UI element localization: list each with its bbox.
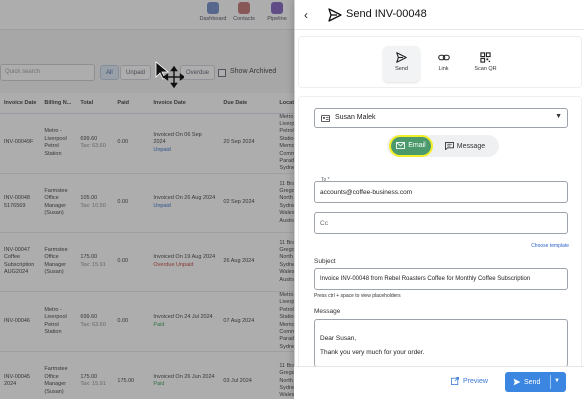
- message-line: Dear Susan,: [320, 335, 357, 342]
- message-body-field[interactable]: Dear Susan, Thank you very much for your…: [314, 319, 568, 367]
- to-email-field[interactable]: accounts@coffee-business.com: [314, 181, 568, 203]
- send-options-caret-icon[interactable]: ▼: [554, 378, 560, 384]
- cc-field[interactable]: Cc: [314, 212, 568, 234]
- message-label: Message: [314, 308, 341, 315]
- placeholder-hint: Press ctrl + space to view placeholders: [314, 293, 401, 299]
- scan-qr-method-button[interactable]: Scan QR: [467, 46, 504, 82]
- send-button-main[interactable]: Send: [513, 378, 540, 386]
- send-method-label: Send: [395, 66, 408, 72]
- contact-select[interactable]: Susan Malek ▼: [314, 108, 568, 128]
- email-toggle-label: Email: [408, 142, 426, 149]
- email-toggle-button[interactable]: Email: [391, 137, 431, 155]
- chat-icon: [444, 142, 454, 151]
- button-divider: [550, 375, 551, 389]
- send-icon: [513, 378, 521, 386]
- preview-label: Preview: [463, 378, 488, 385]
- send-icon: [328, 8, 342, 22]
- panel-header: ‹ Send INV-00048: [295, 0, 584, 30]
- contact-name: Susan Malek: [335, 114, 376, 121]
- subject-field[interactable]: Invoice INV-00048 from Rebel Roasters Co…: [314, 268, 568, 290]
- panel-footer: Preview Send ▼: [294, 366, 584, 399]
- link-icon: [437, 54, 450, 61]
- link-method-label: Link: [438, 66, 449, 72]
- qr-code-icon: [480, 52, 491, 63]
- subject-label: Subject: [314, 258, 336, 265]
- send-form: Susan Malek ▼ Email Message To * account…: [298, 96, 582, 399]
- preview-button[interactable]: Preview: [451, 377, 488, 385]
- message-toggle-button[interactable]: Message: [439, 137, 491, 155]
- send-method-button[interactable]: Send: [383, 46, 420, 82]
- send-button-label: Send: [524, 379, 541, 386]
- message-toggle-label: Message: [456, 143, 486, 150]
- panel-title: Send INV-00048: [346, 8, 427, 20]
- channel-toggle: Email Message: [387, 135, 499, 157]
- external-link-icon: [451, 377, 459, 385]
- dropdown-caret-icon: ▼: [555, 113, 562, 120]
- send-invoice-panel: ‹ Send INV-00048 Send Link Scan QR Susan…: [294, 0, 584, 399]
- contact-card-icon: [321, 114, 330, 123]
- link-method-button[interactable]: Link: [425, 46, 462, 82]
- message-line: Thank you very much for your order.: [320, 349, 425, 357]
- mail-icon: [396, 142, 406, 149]
- share-method-bar: Send Link Scan QR: [298, 36, 582, 88]
- modal-backdrop[interactable]: [0, 0, 294, 399]
- send-button[interactable]: Send ▼: [505, 372, 566, 392]
- send-icon: [396, 52, 407, 63]
- move-cursor-icon: [155, 61, 184, 88]
- back-arrow-icon[interactable]: ‹: [304, 8, 308, 22]
- scan-qr-method-label: Scan QR: [474, 66, 497, 72]
- choose-template-link[interactable]: Choose template: [499, 243, 569, 249]
